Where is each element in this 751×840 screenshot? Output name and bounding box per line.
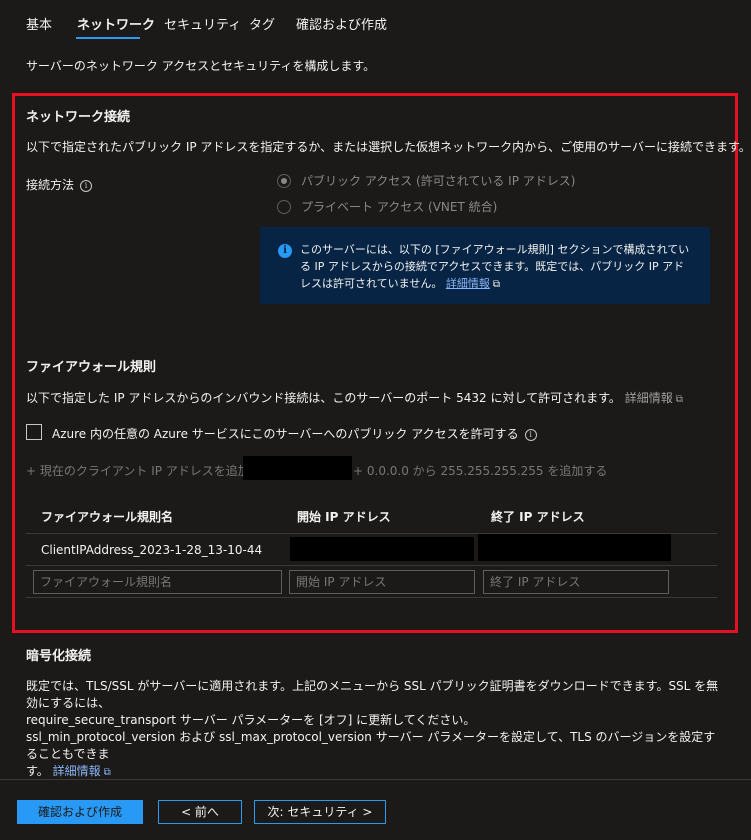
tab-tags[interactable]: タグ <box>249 14 275 33</box>
column-header-rule-name: ファイアウォール規則名 <box>41 510 174 524</box>
active-tab-indicator <box>76 37 140 39</box>
encryption-line-1: 既定では、TLS/SSL がサーバーに適用されます。上記のメニューから SSL … <box>26 679 719 710</box>
connection-method-label: 接続方法 i <box>26 176 93 193</box>
table-row-divider <box>26 565 717 566</box>
next-security-button[interactable]: 次: セキュリティ > <box>254 800 386 824</box>
encryption-section-title: 暗号化接続 <box>26 649 92 664</box>
tab-basics[interactable]: 基本 <box>26 14 52 33</box>
radio-button[interactable] <box>277 199 291 214</box>
firewall-description-text: 以下で指定した IP アドレスからのインバウンド接続は、このサーバーのポート 5… <box>26 391 621 405</box>
column-header-end-ip: 終了 IP アドレス <box>491 510 585 524</box>
encryption-description: 既定では、TLS/SSL がサーバーに適用されます。上記のメニューから SSL … <box>26 678 726 781</box>
encryption-learn-more-link[interactable]: 詳細情報 <box>53 764 101 778</box>
info-message-box: i このサーバーには、以下の [ファイアウォール規則] セクションで構成されてい… <box>260 227 710 304</box>
tab-security[interactable]: セキュリティ <box>164 14 241 33</box>
external-link-icon: ⧉ <box>492 279 500 290</box>
review-create-button[interactable]: 確認および作成 <box>17 800 143 824</box>
radio-button-checked[interactable] <box>277 173 291 188</box>
encryption-line-4-text: す。 <box>26 764 49 778</box>
radio-public-access[interactable]: パブリック アクセス (許可されている IP アドレス) <box>277 172 575 189</box>
tab-review-create[interactable]: 確認および作成 <box>296 14 387 33</box>
radio-private-access-label: プライベート アクセス (VNET 統合) <box>301 200 498 214</box>
network-description: 以下で指定されたパブリック IP アドレスを指定するか、または選択した仮想ネット… <box>26 140 751 154</box>
add-full-range-link[interactable]: + 0.0.0.0 から 255.255.255.255 を追加する <box>353 462 607 479</box>
radio-private-access[interactable]: プライベート アクセス (VNET 統合) <box>277 198 497 215</box>
info-message: このサーバーには、以下の [ファイアウォール規則] セクションで構成されている … <box>300 241 695 293</box>
allow-azure-services-checkbox[interactable] <box>26 424 42 440</box>
network-section-title: ネットワーク接続 <box>26 110 131 125</box>
rule-name-cell: ClientIPAddress_2023-1-28_13-10-44 <box>41 543 263 557</box>
encryption-line-2: require_secure_transport サーバー パラメーターを [オ… <box>26 713 476 727</box>
encryption-line-3: ssl_min_protocol_version および ssl_max_pro… <box>26 730 716 761</box>
end-ip-input[interactable] <box>483 570 669 594</box>
learn-more-link[interactable]: 詳細情報 <box>446 277 490 290</box>
firewall-learn-more-link[interactable]: 詳細情報 <box>625 391 673 405</box>
rule-name-input[interactable] <box>33 570 282 594</box>
radio-public-access-label: パブリック アクセス (許可されている IP アドレス) <box>301 174 576 188</box>
start-ip-input[interactable] <box>289 570 475 594</box>
external-link-icon: ⧉ <box>675 394 683 405</box>
connection-method-text: 接続方法 <box>26 178 75 192</box>
footer-divider <box>0 779 751 780</box>
info-icon[interactable]: i <box>80 180 93 192</box>
external-link-icon: ⧉ <box>103 767 111 778</box>
redacted-start-ip <box>290 537 474 561</box>
table-bottom-divider <box>26 597 717 598</box>
tab-bar: 基本 ネットワーク セキュリティ タグ 確認および作成 <box>0 0 751 44</box>
firewall-section-title: ファイアウォール規則 <box>26 360 157 375</box>
add-client-ip-link[interactable]: + 現在のクライアント IP アドレスを追加する <box>26 462 274 479</box>
allow-azure-services-label: Azure 内の任意の Azure サービスにこのサーバーへのパブリック アクセ… <box>52 425 537 442</box>
info-icon: i <box>278 244 292 258</box>
page-description: サーバーのネットワーク アクセスとセキュリティを構成します。 <box>26 59 376 73</box>
redacted-ip <box>243 456 352 480</box>
tab-network[interactable]: ネットワーク <box>77 14 155 33</box>
firewall-description: 以下で指定した IP アドレスからのインバウンド接続は、このサーバーのポート 5… <box>26 389 683 406</box>
allow-azure-services-text: Azure 内の任意の Azure サービスにこのサーバーへのパブリック アクセ… <box>52 427 519 441</box>
previous-button[interactable]: < 前へ <box>158 800 242 824</box>
redacted-end-ip <box>478 534 671 561</box>
column-header-start-ip: 開始 IP アドレス <box>297 510 391 524</box>
info-icon[interactable]: i <box>524 429 537 441</box>
